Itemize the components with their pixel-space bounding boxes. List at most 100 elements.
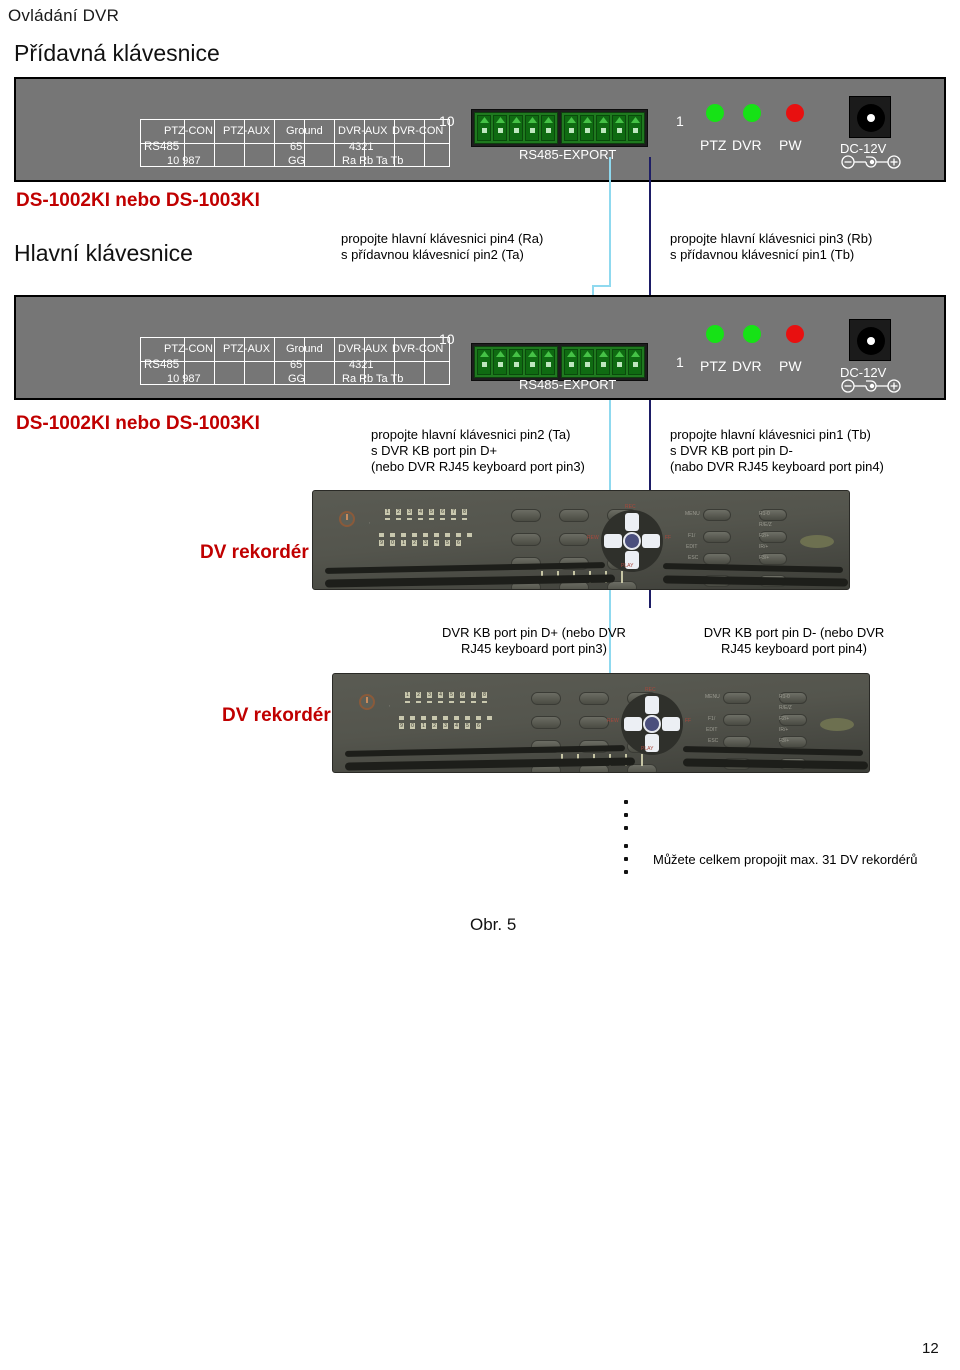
pin-label-dvr-aux: DVR-AUX bbox=[338, 343, 388, 355]
terminal-pin-10[interactable] bbox=[477, 115, 491, 141]
terminal-pin-8[interactable] bbox=[509, 115, 523, 141]
terminal-pin-6[interactable] bbox=[541, 349, 555, 375]
dvr-button[interactable] bbox=[559, 533, 589, 546]
terminal-pin-9[interactable] bbox=[493, 349, 507, 375]
dpad-enter-button[interactable] bbox=[623, 532, 641, 550]
annotation-rb-tb-line2: s přídavnou klávesnicí pin1 (Tb) bbox=[670, 247, 855, 262]
pin-label-ptz-aux: PTZ-AUX bbox=[223, 125, 271, 137]
terminal-group-left[interactable] bbox=[474, 346, 558, 378]
terminal-pin-8[interactable] bbox=[509, 349, 523, 375]
page-number: 12 bbox=[922, 1340, 939, 1357]
annotation-ta-dplus-line3: (nebo DVR RJ45 keyboard port pin3) bbox=[371, 459, 585, 474]
aux-keyboard-panel: RS485 PTZ-CON PTZ-AUX Ground DVR-AUX DVR… bbox=[14, 77, 946, 182]
pin-nums-ptz: 10 987 bbox=[167, 155, 201, 167]
dpad-up-icon[interactable] bbox=[645, 696, 659, 714]
terminal-group-right[interactable] bbox=[561, 346, 645, 378]
led-label-dvr: DVR bbox=[732, 358, 762, 374]
main-keyboard-title: Hlavní klávesnice bbox=[14, 240, 193, 266]
led-ptz bbox=[706, 104, 724, 122]
dpad-enter-button[interactable] bbox=[643, 715, 661, 733]
terminal-pin-6[interactable] bbox=[541, 115, 555, 141]
dvr-button[interactable] bbox=[511, 533, 541, 546]
channel-led-row-bottom-marks bbox=[379, 533, 472, 537]
dpad-right-icon[interactable] bbox=[642, 534, 660, 548]
rs485-terminal-block-aux[interactable] bbox=[471, 109, 648, 147]
pin-label-ground: Ground bbox=[286, 343, 323, 355]
led-label-ptz: PTZ bbox=[700, 137, 727, 153]
terminal-pin-3[interactable] bbox=[596, 115, 610, 141]
terminal-group-right[interactable] bbox=[561, 112, 645, 144]
dpad-left-icon[interactable] bbox=[624, 717, 642, 731]
annotation-ta-dplus-line1: propojte hlavní klávesnici pin2 (Ta) bbox=[371, 427, 571, 442]
dvr-button[interactable] bbox=[511, 509, 541, 522]
dc-polarity-icon bbox=[840, 155, 904, 174]
annotation-ta-dplus: propojte hlavní klávesnici pin2 (Ta) s D… bbox=[371, 427, 585, 475]
dvr-button[interactable] bbox=[723, 692, 751, 704]
dvr-button[interactable] bbox=[703, 531, 731, 543]
dc-power-jack-main[interactable] bbox=[849, 319, 891, 361]
annotation-tb-dminus-line2: s DVR KB port pin D- bbox=[670, 443, 793, 458]
terminal-pin-1[interactable] bbox=[628, 115, 642, 141]
channel-led-row-bottom-marks bbox=[399, 716, 492, 720]
pin-letters-ground: GG bbox=[288, 155, 306, 167]
dc-voltage-label: DC-12V bbox=[840, 365, 887, 380]
power-button-icon[interactable] bbox=[359, 694, 375, 710]
annotation-ra-ta: propojte hlavní klávesnici pin4 (Ra) s p… bbox=[341, 231, 543, 263]
led-ptz bbox=[706, 325, 724, 343]
annotation-dvr-dplus-line1: DVR KB port pin D+ (nebo DVR bbox=[442, 625, 626, 640]
terminal-pin-5[interactable] bbox=[564, 115, 578, 141]
terminal-pin-5[interactable] bbox=[564, 349, 578, 375]
dpad-left-icon[interactable] bbox=[604, 534, 622, 548]
terminal-pin-9[interactable] bbox=[493, 115, 507, 141]
terminal-pin-2[interactable] bbox=[612, 349, 626, 375]
dvr-button[interactable] bbox=[531, 716, 561, 729]
dvr-button[interactable] bbox=[723, 714, 751, 726]
model-label-main: DS-1002KI nebo DS-1003KI bbox=[16, 413, 260, 434]
terminal-pin-2[interactable] bbox=[612, 115, 626, 141]
power-button-icon[interactable] bbox=[339, 511, 355, 527]
dvr-vent-slot bbox=[682, 758, 869, 770]
terminal-pin-7[interactable] bbox=[525, 349, 539, 375]
annotation-ra-ta-line1: propojte hlavní klávesnici pin4 (Ra) bbox=[341, 231, 544, 246]
dvr-button[interactable] bbox=[559, 509, 589, 522]
led-dvr bbox=[743, 104, 761, 122]
terminal-group-left[interactable] bbox=[474, 112, 558, 144]
main-keyboard-panel: RS485 PTZ-CON PTZ-AUX Ground DVR-AUX DVR… bbox=[14, 295, 946, 400]
pin-letters-ground: GG bbox=[288, 373, 306, 385]
annotation-dvr-dminus-line2: RJ45 keyboard port pin4) bbox=[721, 641, 867, 656]
max-recorders-note: Můžete celkem propojit max. 31 DV rekord… bbox=[653, 852, 918, 867]
pin-nums-dvr: 4321 bbox=[349, 359, 374, 371]
pin-nums-ground: 65 bbox=[290, 359, 303, 371]
annotation-ta-dplus-line2: s DVR KB port pin D+ bbox=[371, 443, 498, 458]
wire-dminus-drop bbox=[649, 400, 651, 490]
dc-power-jack-aux[interactable] bbox=[849, 96, 891, 138]
terminal-pin-3[interactable] bbox=[596, 349, 610, 375]
dvr-button[interactable] bbox=[531, 692, 561, 705]
led-pw bbox=[786, 325, 804, 343]
dvr-button[interactable] bbox=[579, 692, 609, 705]
model-label-aux: DS-1002KI nebo DS-1003KI bbox=[16, 190, 260, 211]
terminal-pin-7[interactable] bbox=[525, 115, 539, 141]
rs485-terminal-block-main[interactable] bbox=[471, 343, 648, 381]
led-label-pw: PW bbox=[779, 137, 802, 153]
wire-tb-segment1 bbox=[649, 157, 651, 300]
pin-nums-ground: 65 bbox=[290, 141, 303, 153]
pin-letters-dvr: Ra Rb Ta Tb bbox=[342, 373, 404, 385]
pin-label-ptz-con: PTZ-CON bbox=[164, 343, 213, 355]
channel-led-row-bottom: 90123456 bbox=[379, 540, 461, 546]
dvr-button[interactable] bbox=[579, 716, 609, 729]
pin-label-dvr-con: DVR-CON bbox=[392, 125, 444, 137]
channel-led-row-top: 12345678 bbox=[405, 692, 487, 698]
dpad-up-icon[interactable] bbox=[625, 513, 639, 531]
dpad-right-icon[interactable] bbox=[662, 717, 680, 731]
terminal-pin-4[interactable] bbox=[580, 349, 594, 375]
dvr-button[interactable] bbox=[703, 509, 731, 521]
ir-receiver-icon bbox=[820, 718, 854, 731]
annotation-tb-dminus-line1: propojte hlavní klávesnici pin1 (Tb) bbox=[670, 427, 871, 442]
terminal-pin-4[interactable] bbox=[580, 115, 594, 141]
terminal-pin-1[interactable] bbox=[628, 349, 642, 375]
channel-led-row-top: 12345678 bbox=[385, 509, 467, 515]
terminal-pin-10[interactable] bbox=[477, 349, 491, 375]
pin-label-ptz-aux: PTZ-AUX bbox=[223, 343, 271, 355]
pin-label-rs485: RS485 bbox=[144, 359, 180, 371]
